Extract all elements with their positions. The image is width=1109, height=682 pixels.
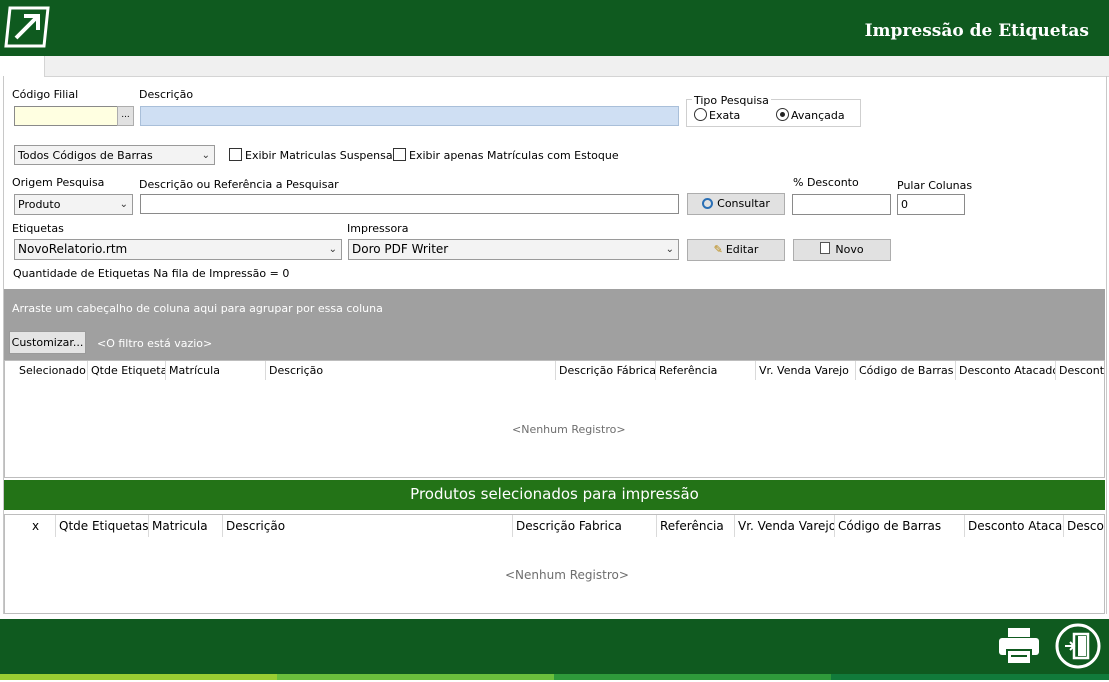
col-qtde-etiquetas[interactable]: Qtde Etiquetas — [56, 515, 149, 537]
editar-label: Editar — [725, 243, 759, 256]
col-codigo-barras[interactable]: Código de Barras — [856, 361, 956, 380]
col-selecionado[interactable]: Selecionado — [16, 361, 88, 380]
printer-icon[interactable] — [997, 626, 1041, 666]
app-logo-icon — [4, 4, 50, 50]
novo-button[interactable]: Novo — [793, 239, 891, 261]
col-desconto-atacado[interactable]: Desconto Atacado — [956, 361, 1056, 380]
col-referencia[interactable]: Referência — [656, 361, 756, 380]
etiquetas-select[interactable]: NovoRelatorio.rtm ⌄ — [14, 239, 342, 260]
consultar-button[interactable]: Consultar — [687, 193, 785, 215]
tab-strip — [0, 56, 1109, 77]
pencil-icon: ✎ — [713, 243, 723, 256]
stripe-4 — [831, 674, 1109, 680]
pular-colunas-input[interactable]: 0 — [897, 194, 965, 215]
chk-suspensas[interactable]: Exibir Matriculas Suspensas — [229, 148, 398, 162]
stripe-2 — [277, 674, 554, 680]
codigo-filial-label: Código Filial — [12, 88, 79, 101]
col-descricao-fabrica[interactable]: Descrição Fábrica — [556, 361, 656, 380]
col-matricula[interactable]: Matricula — [149, 515, 223, 537]
footer-stripes — [0, 674, 1109, 682]
origem-label: Origem Pesquisa — [12, 176, 105, 189]
etiquetas-label: Etiquetas — [12, 222, 64, 235]
desconto-input[interactable] — [792, 194, 891, 215]
group-by-hint: Arraste um cabeçalho de coluna aqui para… — [12, 302, 383, 315]
checkbox-estoque[interactable] — [393, 148, 406, 161]
grid1-empty-text: <Nenhum Registro> — [512, 423, 626, 436]
origem-value: Produto — [18, 198, 61, 211]
col-desconto-atacado[interactable]: Desconto Atacad — [965, 515, 1064, 537]
selected-products-grid[interactable]: x Qtde Etiquetas Matricula Descrição Des… — [4, 514, 1105, 614]
new-document-icon — [820, 242, 831, 254]
filter-empty-text: <O filtro está vazio> — [97, 337, 213, 350]
col-vr-venda-varejo[interactable]: Vr. Venda Varejo — [756, 361, 856, 380]
col-descricao-fabrica[interactable]: Descrição Fabrica — [513, 515, 657, 537]
col-matricula[interactable]: Matrícula — [166, 361, 266, 380]
customize-button[interactable]: Customizar... — [9, 331, 86, 354]
chevron-down-icon: ⌄ — [201, 150, 210, 161]
selected-products-title: Produtos selecionados para impressão — [410, 485, 699, 503]
col-x[interactable]: x — [16, 515, 56, 537]
page-title: Impressão de Etiquetas — [864, 21, 1089, 41]
barcode-filter-select[interactable]: Todos Códigos de Barras ⌄ — [14, 145, 215, 165]
col-desconto[interactable]: Desconto — [1056, 361, 1104, 380]
grid2-empty-text: <Nenhum Registro> — [505, 568, 629, 582]
origem-select[interactable]: Produto ⌄ — [14, 194, 133, 215]
chevron-down-icon: ⌄ — [119, 199, 128, 210]
col-descricao[interactable]: Descrição — [223, 515, 513, 537]
codigo-filial-browse-button[interactable]: ... — [117, 106, 134, 126]
tipo-pesquisa-label: Tipo Pesquisa — [692, 94, 771, 107]
tab-main[interactable] — [0, 56, 45, 77]
exit-icon[interactable] — [1054, 622, 1102, 670]
col-codigo-barras[interactable]: Código de Barras — [835, 515, 965, 537]
checkbox-suspensas[interactable] — [229, 148, 242, 161]
col-referencia[interactable]: Referência — [657, 515, 735, 537]
impressora-label: Impressora — [347, 222, 409, 235]
chevron-down-icon: ⌄ — [328, 244, 337, 255]
radio-avancada-circle[interactable] — [776, 108, 789, 121]
fila-impressao-text: Quantidade de Etiquetas Na fila de Impre… — [13, 267, 290, 280]
desconto-label: % Desconto — [793, 176, 859, 189]
chevron-down-icon: ⌄ — [665, 244, 674, 255]
chk-estoque-label: Exibir apenas Matrículas com Estoque — [409, 149, 619, 162]
chk-estoque[interactable]: Exibir apenas Matrículas com Estoque — [393, 148, 619, 162]
radio-exata-circle[interactable] — [694, 108, 707, 121]
descricao-label: Descrição — [139, 88, 194, 101]
novo-label: Novo — [835, 243, 864, 256]
impressora-select[interactable]: Doro PDF Writer ⌄ — [348, 239, 679, 260]
desc-ref-input[interactable] — [140, 194, 679, 214]
search-icon — [702, 198, 714, 209]
radio-avancada-label: Avançada — [791, 109, 845, 122]
products-grid[interactable]: Selecionado Qtde Etiquetas Matrícula Des… — [4, 360, 1105, 478]
etiquetas-value: NovoRelatorio.rtm — [18, 242, 128, 256]
col-qtde-etiquetas[interactable]: Qtde Etiquetas — [88, 361, 166, 380]
pular-colunas-label: Pular Colunas — [897, 179, 973, 192]
desc-ref-label: Descrição ou Referência a Pesquisar — [139, 178, 339, 191]
barcode-filter-value: Todos Códigos de Barras — [18, 149, 153, 162]
radio-exata-label: Exata — [709, 109, 741, 122]
chk-suspensas-label: Exibir Matriculas Suspensas — [245, 149, 399, 162]
consultar-label: Consultar — [717, 197, 770, 210]
footer-bar — [0, 619, 1109, 674]
col-desconto[interactable]: Descon — [1064, 515, 1104, 537]
stripe-3 — [554, 674, 831, 680]
editar-button[interactable]: ✎ Editar — [687, 239, 785, 261]
stripe-1 — [0, 674, 277, 680]
codigo-filial-input[interactable] — [14, 106, 118, 126]
impressora-value: Doro PDF Writer — [352, 242, 449, 256]
radio-exata[interactable]: Exata — [694, 108, 740, 122]
radio-avancada[interactable]: Avançada — [776, 108, 845, 122]
descricao-input[interactable] — [140, 106, 679, 126]
col-descricao[interactable]: Descrição — [266, 361, 556, 380]
col-vr-venda-varejo[interactable]: Vr. Venda Varejo — [735, 515, 835, 537]
